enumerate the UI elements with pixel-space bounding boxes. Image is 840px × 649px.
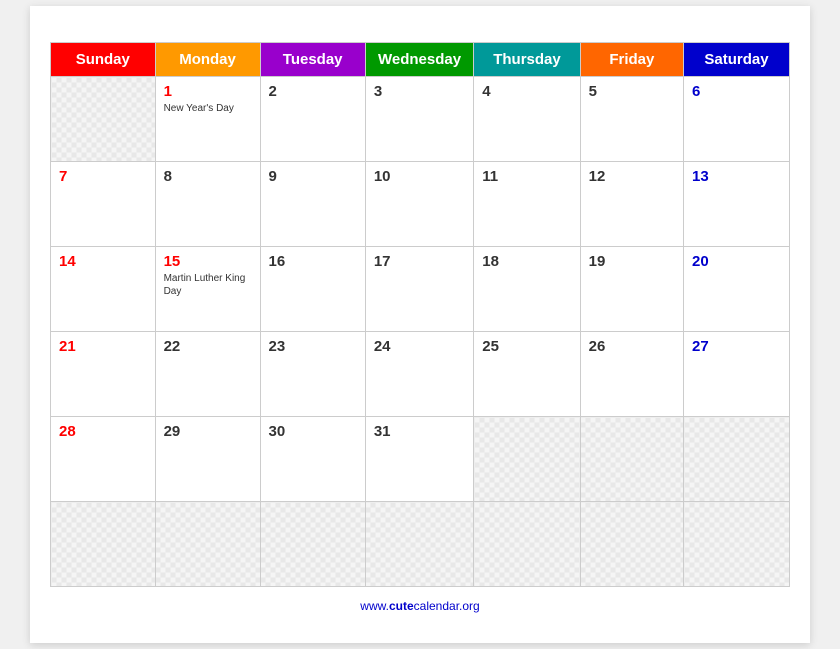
calendar-cell [580, 502, 683, 587]
day-number: 13 [692, 168, 781, 185]
header-saturday: Saturday [684, 43, 790, 77]
calendar-cell: 27 [684, 332, 790, 417]
calendar-cell: 29 [155, 417, 260, 502]
calendar-cell: 17 [365, 247, 473, 332]
day-number: 8 [164, 168, 252, 185]
calendar-cell: 4 [474, 77, 580, 162]
day-number: 9 [269, 168, 357, 185]
day-number: 7 [59, 168, 147, 185]
calendar-cell: 12 [580, 162, 683, 247]
calendar-cell: 22 [155, 332, 260, 417]
calendar-cell [684, 502, 790, 587]
calendar-cell: 7 [51, 162, 156, 247]
header-sunday: Sunday [51, 43, 156, 77]
calendar-cell: 16 [260, 247, 365, 332]
calendar-week-5 [51, 502, 790, 587]
day-number: 23 [269, 338, 357, 355]
day-number: 3 [374, 83, 465, 100]
calendar-cell: 13 [684, 162, 790, 247]
day-number: 14 [59, 253, 147, 270]
calendar-cell [474, 417, 580, 502]
calendar-week-3: 21 22 23 24 25 26 27 [51, 332, 790, 417]
calendar-cell: 25 [474, 332, 580, 417]
day-number: 28 [59, 423, 147, 440]
calendar-cell: 11 [474, 162, 580, 247]
day-number: 4 [482, 83, 571, 100]
calendar-cell: 8 [155, 162, 260, 247]
day-number: 27 [692, 338, 781, 355]
day-number: 26 [589, 338, 675, 355]
holiday-name: New Year's Day [164, 102, 252, 115]
day-number: 20 [692, 253, 781, 270]
day-number: 11 [482, 168, 571, 185]
calendar-cell [51, 77, 156, 162]
day-number: 10 [374, 168, 465, 185]
day-number: 24 [374, 338, 465, 355]
header-thursday: Thursday [474, 43, 580, 77]
day-number: 2 [269, 83, 357, 100]
calendar-cell: 2 [260, 77, 365, 162]
calendar-cell: 19 [580, 247, 683, 332]
day-number: 22 [164, 338, 252, 355]
calendar-cell [580, 417, 683, 502]
calendar-cell [365, 502, 473, 587]
calendar-week-4: 28 29 30 31 [51, 417, 790, 502]
day-number: 15 [164, 253, 252, 270]
day-number: 21 [59, 338, 147, 355]
calendar-cell: 26 [580, 332, 683, 417]
calendar-cell: 6 [684, 77, 790, 162]
day-number: 31 [374, 423, 465, 440]
calendar-cell: 15 Martin Luther King Day [155, 247, 260, 332]
calendar-cell: 24 [365, 332, 473, 417]
calendar-cell: 5 [580, 77, 683, 162]
calendar-cell: 31 [365, 417, 473, 502]
day-number: 16 [269, 253, 357, 270]
day-number: 30 [269, 423, 357, 440]
calendar-cell: 14 [51, 247, 156, 332]
day-number: 17 [374, 253, 465, 270]
header-friday: Friday [580, 43, 683, 77]
calendar-week-1: 789 10 11 12 13 [51, 162, 790, 247]
calendar-cell [474, 502, 580, 587]
day-number: 19 [589, 253, 675, 270]
calendar-cell [684, 417, 790, 502]
calendar-week-2: 14 15 Martin Luther King Day 16 17 18 19 20 [51, 247, 790, 332]
footer-link: www.cutecalendar.org [360, 599, 479, 613]
calendar-cell: 21 [51, 332, 156, 417]
calendar-cell: 18 [474, 247, 580, 332]
calendar-cell: 30 [260, 417, 365, 502]
calendar-cell: 20 [684, 247, 790, 332]
day-number: 29 [164, 423, 252, 440]
calendar-cell: 3 [365, 77, 473, 162]
calendar-table: Sunday Monday Tuesday Wednesday Thursday… [50, 42, 790, 587]
calendar-cell: 10 [365, 162, 473, 247]
calendar-cell [155, 502, 260, 587]
calendar-cell: 1 New Year's Day [155, 77, 260, 162]
header-tuesday: Tuesday [260, 43, 365, 77]
calendar-cell: 23 [260, 332, 365, 417]
day-number: 18 [482, 253, 571, 270]
day-number: 5 [589, 83, 675, 100]
day-number: 1 [164, 83, 252, 100]
day-number: 12 [589, 168, 675, 185]
calendar-cell [260, 502, 365, 587]
header-row: Sunday Monday Tuesday Wednesday Thursday… [51, 43, 790, 77]
calendar-cell: 9 [260, 162, 365, 247]
header-monday: Monday [155, 43, 260, 77]
header-wednesday: Wednesday [365, 43, 473, 77]
holiday-name: Martin Luther King Day [164, 272, 252, 298]
calendar-week-0: 1 New Year's Day 234 56 [51, 77, 790, 162]
footer: www.cutecalendar.org [50, 599, 790, 613]
calendar-cell [51, 502, 156, 587]
calendar-container: Sunday Monday Tuesday Wednesday Thursday… [30, 6, 810, 643]
day-number: 25 [482, 338, 571, 355]
day-number: 6 [692, 83, 781, 100]
calendar-cell: 28 [51, 417, 156, 502]
